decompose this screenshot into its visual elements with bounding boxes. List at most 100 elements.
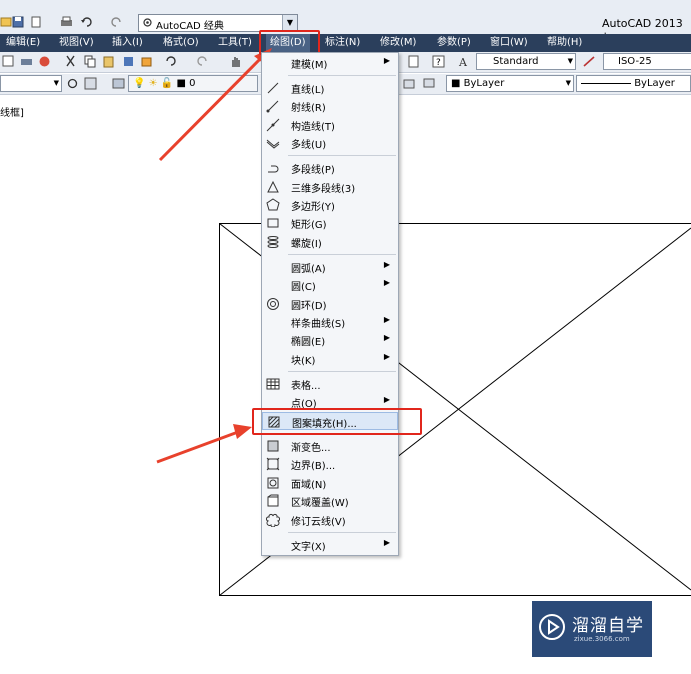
draw-menu: 建模(M) ▶ 直线(L) 射线(R) 构造线(T) 多线(U) 多段线(P) … <box>261 52 399 556</box>
submenu-arrow-icon: ▶ <box>383 333 390 342</box>
construction-line-icon <box>266 118 280 132</box>
donut-icon <box>267 298 279 310</box>
helix-icon <box>267 236 279 248</box>
menu-item-spline[interactable]: 样条曲线(S) ▶ <box>262 313 398 331</box>
linetype-combo[interactable]: ByLayer <box>576 75 691 92</box>
copy-icon[interactable] <box>84 55 97 68</box>
menu-item-circle[interactable]: 圆(C) ▶ <box>262 276 398 294</box>
polyline-icon <box>268 165 279 173</box>
color-combo[interactable]: ■ ByLayer ▼ <box>446 75 574 92</box>
dim-style-icon[interactable] <box>583 55 596 68</box>
menu-item-construction-line[interactable]: 构造线(T) <box>262 116 398 134</box>
gradient-icon <box>267 440 279 452</box>
redo-icon[interactable] <box>196 55 209 68</box>
lock-icon: 🔓 <box>160 78 174 89</box>
layer-state-icon[interactable] <box>422 77 435 90</box>
menu-window[interactable]: 窗口(W) <box>490 34 528 52</box>
menu-item-helix[interactable]: 螺旋(I) <box>262 233 398 251</box>
workspace-label: AutoCAD 经典 <box>156 21 224 32</box>
plot-icon[interactable] <box>20 55 33 68</box>
menu-item-text[interactable]: 文字(X) ▶ <box>262 536 398 554</box>
table-icon <box>266 378 280 390</box>
dim-style-combo[interactable]: ISO-25 <box>603 53 691 70</box>
menu-item-arc[interactable]: 圆弧(A) ▶ <box>262 258 398 276</box>
play-logo-icon <box>539 614 565 640</box>
menu-item-table[interactable]: 表格... <box>262 375 398 393</box>
menu-item-boundary[interactable]: 边界(B)... <box>262 455 398 473</box>
menu-item-3d-polyline[interactable]: 三维多段线(3) <box>262 178 398 196</box>
chevron-down-icon: ▼ <box>567 57 573 65</box>
print-icon[interactable] <box>60 16 73 28</box>
svg-text:?: ? <box>436 58 441 68</box>
gear-icon <box>143 18 152 27</box>
menu-item-modeling[interactable]: 建模(M) ▶ <box>262 54 398 72</box>
linetype-value: ByLayer <box>634 78 675 89</box>
menu-item-wipeout[interactable]: 区域覆盖(W) <box>262 492 398 510</box>
menu-modify[interactable]: 修改(M) <box>380 34 416 52</box>
svg-text:A: A <box>458 56 468 68</box>
menu-help[interactable]: 帮助(H) <box>547 34 582 52</box>
layer-previous-icon[interactable] <box>403 77 416 90</box>
menu-item-multiline[interactable]: 多线(U) <box>262 134 398 152</box>
sheet-set-icon[interactable] <box>407 55 420 68</box>
color-value: ByLayer <box>463 78 505 89</box>
menu-dimension[interactable]: 标注(N) <box>325 34 360 52</box>
3d-polyline-icon <box>267 180 279 193</box>
menu-format[interactable]: 格式(O) <box>163 34 199 52</box>
publish-icon[interactable] <box>38 55 51 68</box>
layer-manager-icon[interactable] <box>84 77 97 90</box>
menu-item-region[interactable]: 面域(N) <box>262 474 398 492</box>
menu-item-donut[interactable]: 圆环(D) <box>262 295 398 313</box>
menu-view[interactable]: 视图(V) <box>59 34 94 52</box>
paste-icon[interactable] <box>102 55 115 68</box>
save-icon[interactable] <box>12 16 25 28</box>
layer-filter-combo[interactable]: ▼ <box>0 75 62 92</box>
lightbulb-icon: 💡 <box>133 78 146 89</box>
menu-item-line[interactable]: 直线(L) <box>262 79 398 97</box>
plot-preview-icon[interactable] <box>30 16 43 28</box>
watermark-url: zixue.3066.com <box>574 635 630 643</box>
menu-parameters[interactable]: 参数(P) <box>437 34 471 52</box>
revcloud-icon <box>266 514 280 527</box>
menu-item-polyline[interactable]: 多段线(P) <box>262 159 398 177</box>
menu-separator <box>288 371 396 372</box>
menu-separator <box>288 254 396 255</box>
region-icon <box>267 477 279 489</box>
undo-icon[interactable] <box>80 16 93 28</box>
chevron-down-icon: ▼ <box>53 79 59 87</box>
layer-properties-icon[interactable] <box>112 77 125 90</box>
menu-insert[interactable]: 插入(I) <box>112 34 143 52</box>
menu-item-block[interactable]: 块(K) ▶ <box>262 350 398 368</box>
line-icon <box>267 82 279 94</box>
layer-combo[interactable]: 💡 ☀ 🔓 ■ 0 <box>128 75 258 92</box>
undo-icon[interactable] <box>164 55 177 68</box>
menu-item-polygon[interactable]: 多边形(Y) <box>262 196 398 214</box>
text-style-combo[interactable]: Standard ▼ <box>476 53 576 70</box>
chevron-down-icon[interactable]: ▼ <box>282 15 297 31</box>
help-icon[interactable]: ? <box>432 55 445 68</box>
block-editor-icon[interactable] <box>140 55 153 68</box>
pan-icon[interactable] <box>229 55 242 68</box>
linetype-sample <box>581 82 631 84</box>
submenu-arrow-icon: ▶ <box>383 352 390 361</box>
text-style-icon[interactable]: A <box>458 55 471 68</box>
menu-edit[interactable]: 编辑(E) <box>6 34 40 52</box>
menu-item-revcloud[interactable]: 修订云线(V) <box>262 511 398 529</box>
watermark-logo: 溜溜自学 zixue.3066.com <box>532 601 652 657</box>
match-properties-icon[interactable] <box>122 55 135 68</box>
submenu-arrow-icon: ▶ <box>383 538 390 547</box>
zoom-icon[interactable] <box>2 55 15 68</box>
menu-tools[interactable]: 工具(T) <box>218 34 252 52</box>
menu-item-rectangle[interactable]: 矩形(G) <box>262 214 398 232</box>
menu-item-ellipse[interactable]: 椭圆(E) ▶ <box>262 331 398 349</box>
submenu-arrow-icon: ▶ <box>383 278 390 287</box>
menu-item-ray[interactable]: 射线(R) <box>262 97 398 115</box>
viewport-label[interactable]: 线框] <box>0 104 24 119</box>
redo-icon[interactable] <box>110 16 123 28</box>
dim-style-value: ISO-25 <box>618 56 652 67</box>
menu-separator <box>288 75 396 76</box>
layer-settings-icon[interactable] <box>66 77 79 90</box>
menu-separator <box>288 532 396 533</box>
menu-item-gradient[interactable]: 渐变色... <box>262 437 398 455</box>
cut-icon[interactable] <box>64 55 77 68</box>
